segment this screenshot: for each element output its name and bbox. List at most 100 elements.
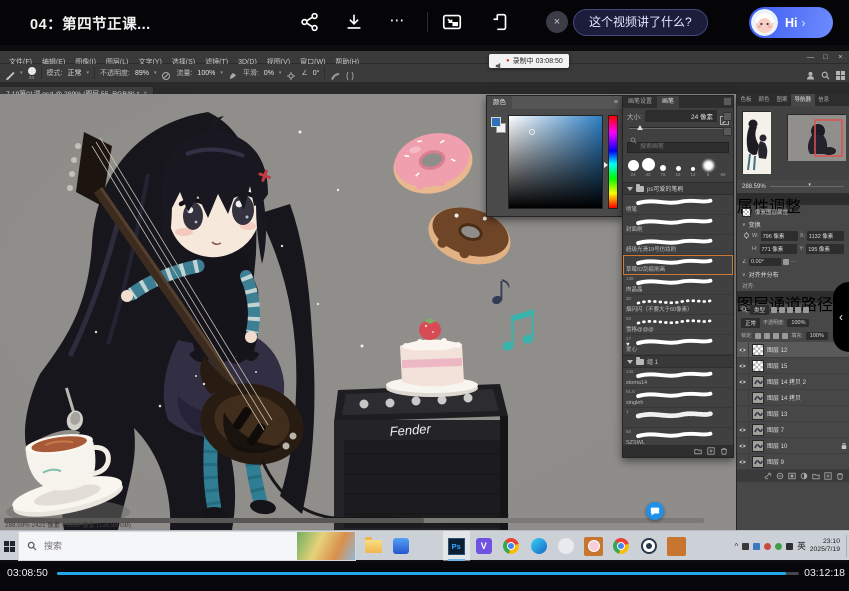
account-icon[interactable]	[806, 67, 815, 76]
layer-thumbnail[interactable]	[752, 440, 764, 452]
panel-menu-icon[interactable]: ≡	[614, 99, 618, 106]
close-window-icon[interactable]: ×	[834, 50, 847, 63]
align-header[interactable]: ∨ 对齐并分布	[737, 269, 849, 280]
caret-down-icon[interactable]: ▾	[86, 70, 89, 76]
angle-value[interactable]: 0°	[313, 70, 320, 77]
dock-tab[interactable]: 导航器	[791, 94, 815, 106]
layer-name[interactable]: 图层 9	[767, 457, 847, 466]
lock-transparent-icon[interactable]	[755, 333, 761, 339]
taskbar-app[interactable]: Ps	[443, 531, 471, 561]
link-dimensions-icon[interactable]	[742, 231, 750, 240]
new-item-icon[interactable]	[707, 447, 715, 455]
brush-item[interactable]: 封面刷	[623, 215, 733, 235]
hue-slider[interactable]	[608, 115, 618, 209]
brush-item[interactable]: 喷笔	[623, 195, 733, 215]
layer-name[interactable]: 图层 10	[767, 441, 838, 450]
taskbar-search-input[interactable]	[42, 540, 222, 552]
airbrush-icon[interactable]	[228, 68, 238, 78]
lock-all-icon[interactable]	[782, 333, 788, 339]
ask-ai-button[interactable]: 这个视频讲了什么?	[573, 9, 708, 36]
color-picker-ring[interactable]	[529, 129, 535, 135]
brush-item[interactable]: 81.6 singleh	[623, 388, 733, 408]
layers-dock-tab[interactable]: 图层	[737, 291, 769, 303]
layer-row[interactable]: 图层 15	[737, 358, 849, 374]
visibility-toggle[interactable]	[737, 358, 749, 374]
pressure-opacity-icon[interactable]	[161, 68, 171, 78]
download-icon[interactable]	[343, 11, 365, 33]
brush-preset[interactable]: 12	[686, 167, 700, 177]
caret-down-icon[interactable]: ▾	[20, 70, 23, 76]
layer-name[interactable]: 图层 14 拷贝 2	[767, 377, 847, 386]
symmetry-icon[interactable]	[345, 68, 355, 78]
status-tray-icon[interactable]	[775, 543, 782, 550]
caret-down-icon[interactable]: ▾	[279, 70, 282, 76]
chat-floating-button[interactable]	[646, 502, 664, 520]
delete-layer-icon[interactable]	[836, 472, 844, 480]
brush-item[interactable]: 超级光滑19号仿妆刷	[623, 235, 733, 255]
layer-mask-icon[interactable]	[788, 472, 796, 480]
tray-expand-icon[interactable]: ^	[734, 542, 738, 551]
brush-size-value[interactable]: 24 像素	[645, 110, 717, 122]
hue-slider-marker[interactable]	[604, 162, 608, 168]
layer-row[interactable]: 图层 9	[737, 454, 849, 470]
brush-preset[interactable]: 42	[641, 158, 655, 177]
link-layers-icon[interactable]	[764, 472, 772, 480]
layer-thumbnail[interactable]	[752, 456, 764, 468]
brush-preset[interactable]: 66	[716, 171, 730, 177]
brush-item[interactable]: 136 stoma14	[623, 368, 733, 388]
caret-down-icon[interactable]: ▾	[154, 70, 157, 76]
interpolation-icon[interactable]	[783, 259, 789, 265]
brush-panel-tab[interactable]: 画笔	[657, 96, 679, 108]
zoom-slider[interactable]: ▾	[770, 186, 844, 187]
layer-name[interactable]: 图层 7	[767, 425, 847, 434]
taskbar-app[interactable]	[360, 531, 388, 561]
layer-name[interactable]: 图层 14 拷贝	[767, 393, 847, 402]
layer-row[interactable]: 图层 7	[737, 422, 849, 438]
show-desktop-strip[interactable]	[846, 535, 847, 557]
alert-tray-icon[interactable]	[764, 543, 771, 550]
brush-preset[interactable]: 15	[671, 166, 685, 177]
visibility-toggle[interactable]	[737, 438, 749, 454]
filter-shape-icon[interactable]	[795, 307, 801, 313]
taskbar-app[interactable]	[415, 531, 443, 561]
taskbar-app[interactable]	[498, 531, 526, 561]
ime-indicator[interactable]: 英	[797, 540, 806, 552]
taskbar-app[interactable]: V	[470, 531, 498, 561]
brush-item[interactable]: 组 1	[623, 355, 733, 368]
layer-effects-icon[interactable]	[776, 472, 784, 480]
filter-pixel-icon[interactable]	[771, 307, 777, 313]
layer-row[interactable]: 图层 14 拷贝 2	[737, 374, 849, 390]
blend-mode-select[interactable]: 正常	[741, 318, 760, 328]
layer-row[interactable]: 图层 13	[737, 406, 849, 422]
brush-panel-tab[interactable]: 画笔设置	[623, 96, 657, 108]
app-tray-icon[interactable]	[753, 543, 760, 550]
saturation-brightness-field[interactable]	[508, 115, 603, 209]
dock-tab[interactable]: 信息	[815, 94, 833, 106]
brush-search-input[interactable]	[627, 142, 729, 153]
opacity-value[interactable]: 100%	[787, 319, 809, 327]
x-value[interactable]: 1132 像素	[807, 231, 844, 241]
brush-tool-icon[interactable]	[5, 68, 15, 78]
w-value[interactable]: 796 像素	[761, 231, 798, 241]
layer-row[interactable]: 图层 10	[737, 438, 849, 454]
layer-thumbnail[interactable]	[752, 360, 764, 372]
dock-tab[interactable]: 颜色	[755, 94, 773, 106]
brush-preset[interactable]: 6	[701, 160, 715, 177]
caret-down-icon[interactable]	[627, 360, 633, 364]
caret-down-icon[interactable]: ▾	[220, 70, 223, 76]
h-value[interactable]: 771 像素	[760, 244, 798, 254]
start-button[interactable]	[0, 531, 18, 561]
trash-icon[interactable]	[720, 447, 728, 455]
zoom-value[interactable]: 288.59%	[742, 184, 766, 190]
new-folder-icon[interactable]	[694, 447, 702, 455]
brush-item[interactable]: 1	[623, 408, 733, 428]
close-ai-icon[interactable]: ×	[546, 11, 568, 33]
caret-down-icon[interactable]	[627, 187, 633, 191]
more-options-icon[interactable]: ⋯	[791, 259, 797, 265]
foreground-color-swatch[interactable]	[491, 117, 501, 127]
reference-thumbnail[interactable]	[742, 111, 770, 173]
brush-item[interactable]: ps可爱的笔刷	[623, 182, 733, 195]
gear-icon[interactable]	[286, 68, 296, 78]
brush-item[interactable]: 30 烟闪闪（不要大于60像素）	[623, 295, 733, 315]
brush-item[interactable]: 138 肉晶晶	[623, 275, 733, 295]
